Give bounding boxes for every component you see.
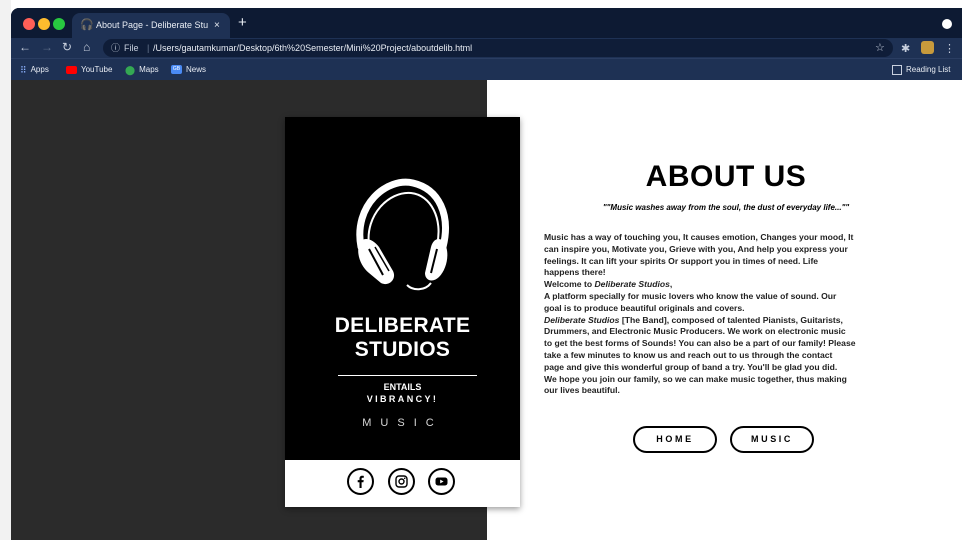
paragraph-line: can inspire you, Motivate you, Grieve wi… (544, 243, 848, 254)
youtube-link[interactable] (428, 468, 455, 495)
title-bar: 🎧 About Page - Deliberate Studio × + (11, 8, 962, 38)
facebook-icon (357, 475, 364, 488)
paragraph-line: Drummers, and Electronic Music Producers… (544, 326, 846, 337)
about-quote: ""Music washes away from the soul, the d… (602, 203, 850, 212)
reload-icon[interactable]: ↻ (62, 40, 72, 54)
headphones-logo-icon (356, 178, 449, 291)
tab-close-button[interactable]: × (214, 13, 220, 38)
tagline-entails: ENTAILS (383, 382, 422, 392)
bookmark-label: Apps (30, 65, 49, 75)
news-icon: GB (171, 65, 182, 75)
bookmark-youtube[interactable]: YouTube (66, 64, 112, 76)
bookmark-label: Maps (139, 65, 159, 75)
desktop-edge (0, 0, 11, 540)
apps-grid-icon: ⠿ (20, 65, 27, 75)
bookmark-news[interactable]: GB News (171, 64, 206, 76)
new-tab-button[interactable]: + (238, 14, 247, 31)
facebook-link[interactable] (347, 468, 374, 495)
welcome-prefix: Welcome to (544, 279, 595, 290)
music-button[interactable]: MUSIC (730, 426, 814, 453)
paragraph-line: Music has a way of touching you, It caus… (544, 232, 854, 242)
extensions-puzzle-icon[interactable]: ✱ (901, 42, 910, 55)
bookmark-apps[interactable]: ⠿ Apps (20, 64, 49, 76)
welcome-line: Welcome to Deliberate Studios, (544, 279, 909, 291)
url-scheme-label: File (124, 43, 139, 53)
instagram-link[interactable] (388, 468, 415, 495)
bookmark-star-icon[interactable]: ☆ (875, 39, 885, 57)
url-text[interactable]: /Users/gautamkumar/Desktop/6th%20Semeste… (153, 39, 472, 57)
brand-line-1: DELIBERATE (334, 314, 471, 337)
reading-list-icon (892, 64, 902, 75)
headphones-icon: 🎧 (80, 19, 94, 31)
welcome-suffix: , (669, 279, 673, 290)
profile-indicator-icon[interactable] (942, 19, 952, 29)
about-heading: ABOUT US (645, 160, 807, 193)
paragraph-line: our lives beautiful. (544, 385, 620, 396)
maps-pin-icon: ⬤ (125, 65, 136, 75)
address-bar[interactable]: ⓘ File | /Users/gautamkumar/Desktop/6th%… (103, 39, 893, 57)
forward-arrow-icon[interactable]: → (41, 40, 53, 54)
category-label: MUSIC (362, 417, 443, 429)
paragraph-line: page and give this wonderful group of ba… (544, 361, 838, 372)
maximize-window-button[interactable] (53, 18, 65, 30)
close-window-button[interactable] (23, 18, 35, 30)
profile-avatar[interactable] (921, 41, 934, 54)
paragraph-line: to get the best forms of Sounds! You can… (544, 338, 856, 349)
bookmark-maps[interactable]: ⬤ Maps (125, 64, 159, 76)
band-line-rest: [The Band], composed of talented Pianist… (619, 314, 843, 325)
paragraph-line: goal is to produce beautiful originals a… (544, 302, 745, 313)
url-separator: | (147, 43, 150, 53)
reading-list-label: Reading List (906, 65, 951, 74)
tab-title: About Page - Deliberate Studio (96, 20, 208, 30)
menu-kebab-icon[interactable]: ⋮ (944, 42, 955, 55)
browser-tab[interactable]: 🎧 About Page - Deliberate Studio × (72, 13, 230, 38)
browser-window: 🎧 About Page - Deliberate Studio × + ← →… (11, 8, 962, 540)
tagline-vibrancy: VIBRANCY! (366, 394, 439, 404)
about-paragraph: Music has a way of touching you, It caus… (544, 232, 909, 397)
paragraph-line: happens there! (544, 267, 606, 278)
band-brand: Deliberate Studios (544, 314, 620, 325)
instagram-icon (395, 475, 408, 488)
back-arrow-icon[interactable]: ← (19, 40, 31, 54)
paragraph-line: A platform specially for music lovers wh… (544, 290, 837, 301)
brand-name: DELIBERATE STUDIOS (285, 314, 520, 362)
reading-list-button[interactable]: Reading List (892, 64, 950, 76)
brand-card: DELIBERATE STUDIOS ENTAILS VIBRANCY! MUS… (285, 117, 520, 507)
paragraph-line: take a few minutes to know us and reach … (544, 349, 833, 360)
paragraph-line: We hope you join our family, so we can m… (544, 373, 847, 384)
browser-toolbar: ← → ↻ ⌂ ⓘ File | /Users/gautamkumar/Desk… (11, 38, 962, 58)
paragraph-line: feelings. It can lift your spirits Or su… (544, 255, 819, 266)
welcome-brand: Deliberate Studios (594, 279, 670, 290)
bookmark-label: News (186, 65, 207, 74)
home-button[interactable]: HOME (633, 426, 717, 453)
bookmark-label: YouTube (81, 65, 113, 74)
page-viewport: DELIBERATE STUDIOS ENTAILS VIBRANCY! MUS… (11, 80, 962, 540)
social-links (285, 460, 520, 507)
brand-line-2: STUDIOS (354, 338, 451, 361)
brand-divider (338, 375, 477, 376)
minimize-window-button[interactable] (38, 18, 50, 30)
youtube-icon (435, 477, 448, 486)
bookmarks-bar: ⠿ Apps YouTube ⬤ Maps GB News Reading List (11, 58, 962, 81)
info-icon[interactable]: ⓘ (111, 39, 120, 57)
youtube-logo-icon (66, 65, 77, 74)
home-icon[interactable]: ⌂ (83, 40, 90, 54)
band-line: Deliberate Studios [The Band], composed … (544, 315, 909, 327)
